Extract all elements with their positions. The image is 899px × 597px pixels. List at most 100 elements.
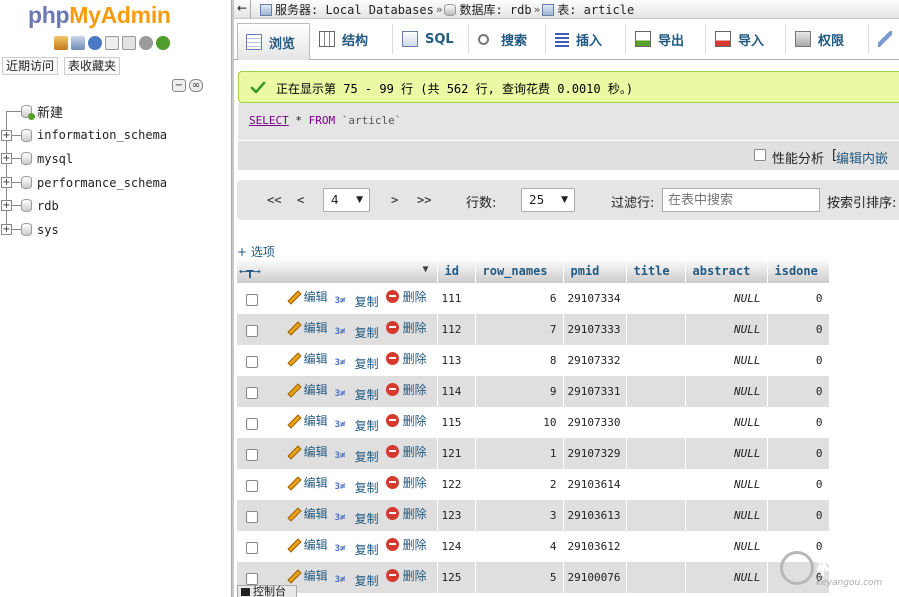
expand-icon[interactable]: + <box>1 153 12 165</box>
cell-abstract[interactable]: NULL <box>685 345 768 376</box>
edit-button[interactable]: 编辑 <box>285 319 328 336</box>
cell-id[interactable]: 114 <box>437 376 476 407</box>
copy-docs-icon[interactable] <box>122 36 136 50</box>
cell-title[interactable] <box>626 438 686 469</box>
resize-columns-icon[interactable]: ←┳→ <box>239 264 261 278</box>
cell-pmid[interactable]: 29103614 <box>563 469 627 500</box>
table-row[interactable]: 编辑 3≠ 复制 删除 122 2 29103614 NULL 0 <box>237 469 830 500</box>
profiling-checkbox[interactable] <box>754 149 766 161</box>
cell-pmid[interactable]: 29107332 <box>563 345 627 376</box>
expand-icon[interactable]: + <box>1 200 12 212</box>
sql-query[interactable]: SELECT * FROM `article` <box>249 114 401 127</box>
column-header-abstract[interactable]: abstract <box>685 258 768 283</box>
cell-pmid[interactable]: 29107333 <box>563 314 627 345</box>
table-row[interactable]: 编辑 3≠ 复制 删除 112 7 29107333 NULL 0 <box>237 314 830 345</box>
row-checkbox[interactable] <box>246 325 258 337</box>
cell-pmid[interactable]: 29107334 <box>563 283 627 314</box>
cell-title[interactable] <box>626 314 686 345</box>
cell-pmid[interactable]: 29100076 <box>563 562 627 593</box>
edit-button[interactable]: 编辑 <box>285 474 328 491</box>
copy-button[interactable]: 3≠ 复制 <box>335 324 379 341</box>
cell-id[interactable]: 121 <box>437 438 476 469</box>
cell-title[interactable] <box>626 562 686 593</box>
rows-select[interactable]: 25 ▼ <box>521 188 575 212</box>
delete-button[interactable]: 删除 <box>385 536 427 553</box>
cell-pmid[interactable]: 29107331 <box>563 376 627 407</box>
cell-abstract[interactable]: NULL <box>685 469 768 500</box>
table-row[interactable]: 编辑 3≠ 复制 删除 125 5 29100076 NULL 0 <box>237 562 830 593</box>
cell-id[interactable]: 115 <box>437 407 476 438</box>
cell-isdone[interactable]: 0 <box>767 283 830 314</box>
help-icon[interactable] <box>88 36 102 50</box>
nav-resizer[interactable] <box>231 0 234 597</box>
tree-item-sys[interactable]: + sys <box>0 218 231 242</box>
logout-icon[interactable] <box>71 36 85 50</box>
delete-button[interactable]: 删除 <box>385 381 427 398</box>
tree-item-mysql[interactable]: + mysql <box>0 147 231 171</box>
delete-button[interactable]: 删除 <box>385 443 427 460</box>
delete-button[interactable]: 删除 <box>385 350 427 367</box>
tree-item-rdb[interactable]: + rdb <box>0 194 231 218</box>
cell-title[interactable] <box>626 345 686 376</box>
recent-tab[interactable]: 近期访问 <box>2 57 59 75</box>
row-checkbox[interactable] <box>246 294 258 306</box>
last-page-button[interactable]: >> <box>417 193 431 207</box>
filter-input[interactable] <box>662 188 820 212</box>
cell-pmid[interactable]: 29107330 <box>563 407 627 438</box>
link-icon[interactable]: ∞ <box>189 79 203 92</box>
console-toggle[interactable]: 控制台 <box>237 585 297 597</box>
table-row[interactable]: 编辑 3≠ 复制 删除 114 9 29107331 NULL 0 <box>237 376 830 407</box>
cell-pmid[interactable]: 29103613 <box>563 500 627 531</box>
gear-icon[interactable] <box>139 36 153 50</box>
cell-abstract[interactable]: NULL <box>685 314 768 345</box>
cell-row-names[interactable]: 5 <box>475 562 564 593</box>
cell-abstract[interactable]: NULL <box>685 407 768 438</box>
cell-isdone[interactable]: 0 <box>767 376 830 407</box>
edit-button[interactable]: 编辑 <box>285 536 328 553</box>
cell-row-names[interactable]: 9 <box>475 376 564 407</box>
reload-icon[interactable] <box>156 36 170 50</box>
first-page-button[interactable]: << <box>267 193 281 207</box>
row-checkbox[interactable] <box>246 418 258 430</box>
delete-button[interactable]: 删除 <box>385 474 427 491</box>
cell-row-names[interactable]: 6 <box>475 283 564 314</box>
cell-pmid[interactable]: 29103612 <box>563 531 627 562</box>
cell-title[interactable] <box>626 500 686 531</box>
table-row[interactable]: 编辑 3≠ 复制 删除 113 8 29107332 NULL 0 <box>237 345 830 376</box>
delete-button[interactable]: 删除 <box>385 567 427 584</box>
cell-isdone[interactable]: 0 <box>767 407 830 438</box>
cell-id[interactable]: 122 <box>437 469 476 500</box>
inline-edit-link[interactable]: 编辑内嵌 <box>836 148 888 167</box>
cell-abstract[interactable]: NULL <box>685 376 768 407</box>
delete-button[interactable]: 删除 <box>385 505 427 522</box>
cell-abstract[interactable]: NULL <box>685 562 768 593</box>
copy-button[interactable]: 3≠ 复制 <box>335 293 379 310</box>
column-header-row-names[interactable]: row_names <box>475 258 564 283</box>
cell-isdone[interactable]: 0 <box>767 500 830 531</box>
tab-export[interactable]: 导出 <box>627 24 706 54</box>
docs-icon[interactable] <box>105 36 119 50</box>
tree-item-performance-schema[interactable]: + performance_schema <box>0 171 231 195</box>
expand-icon[interactable]: + <box>1 223 12 235</box>
tab-insert[interactable]: 插入 <box>547 24 626 54</box>
row-checkbox[interactable] <box>246 542 258 554</box>
delete-button[interactable]: 删除 <box>385 412 427 429</box>
delete-button[interactable]: 删除 <box>385 319 427 336</box>
phpmyadmin-logo[interactable]: phpMyAdmin <box>28 2 171 29</box>
cell-row-names[interactable]: 2 <box>475 469 564 500</box>
column-header-isdone[interactable]: isdone <box>767 258 830 283</box>
cell-abstract[interactable]: NULL <box>685 500 768 531</box>
cell-id[interactable]: 124 <box>437 531 476 562</box>
column-header-title[interactable]: title <box>626 258 686 283</box>
tab-import[interactable]: 导入 <box>707 24 786 54</box>
tree-item-information-schema[interactable]: + information_schema <box>0 124 231 148</box>
cell-id[interactable]: 123 <box>437 500 476 531</box>
cell-row-names[interactable]: 10 <box>475 407 564 438</box>
favorites-tab[interactable]: 表收藏夹 <box>64 57 121 75</box>
cell-abstract[interactable]: NULL <box>685 438 768 469</box>
table-row[interactable]: 编辑 3≠ 复制 删除 124 4 29103612 NULL 0 <box>237 531 830 562</box>
edit-button[interactable]: 编辑 <box>285 412 328 429</box>
cell-isdone[interactable]: 0 <box>767 345 830 376</box>
cell-id[interactable]: 125 <box>437 562 476 593</box>
cell-id[interactable]: 112 <box>437 314 476 345</box>
